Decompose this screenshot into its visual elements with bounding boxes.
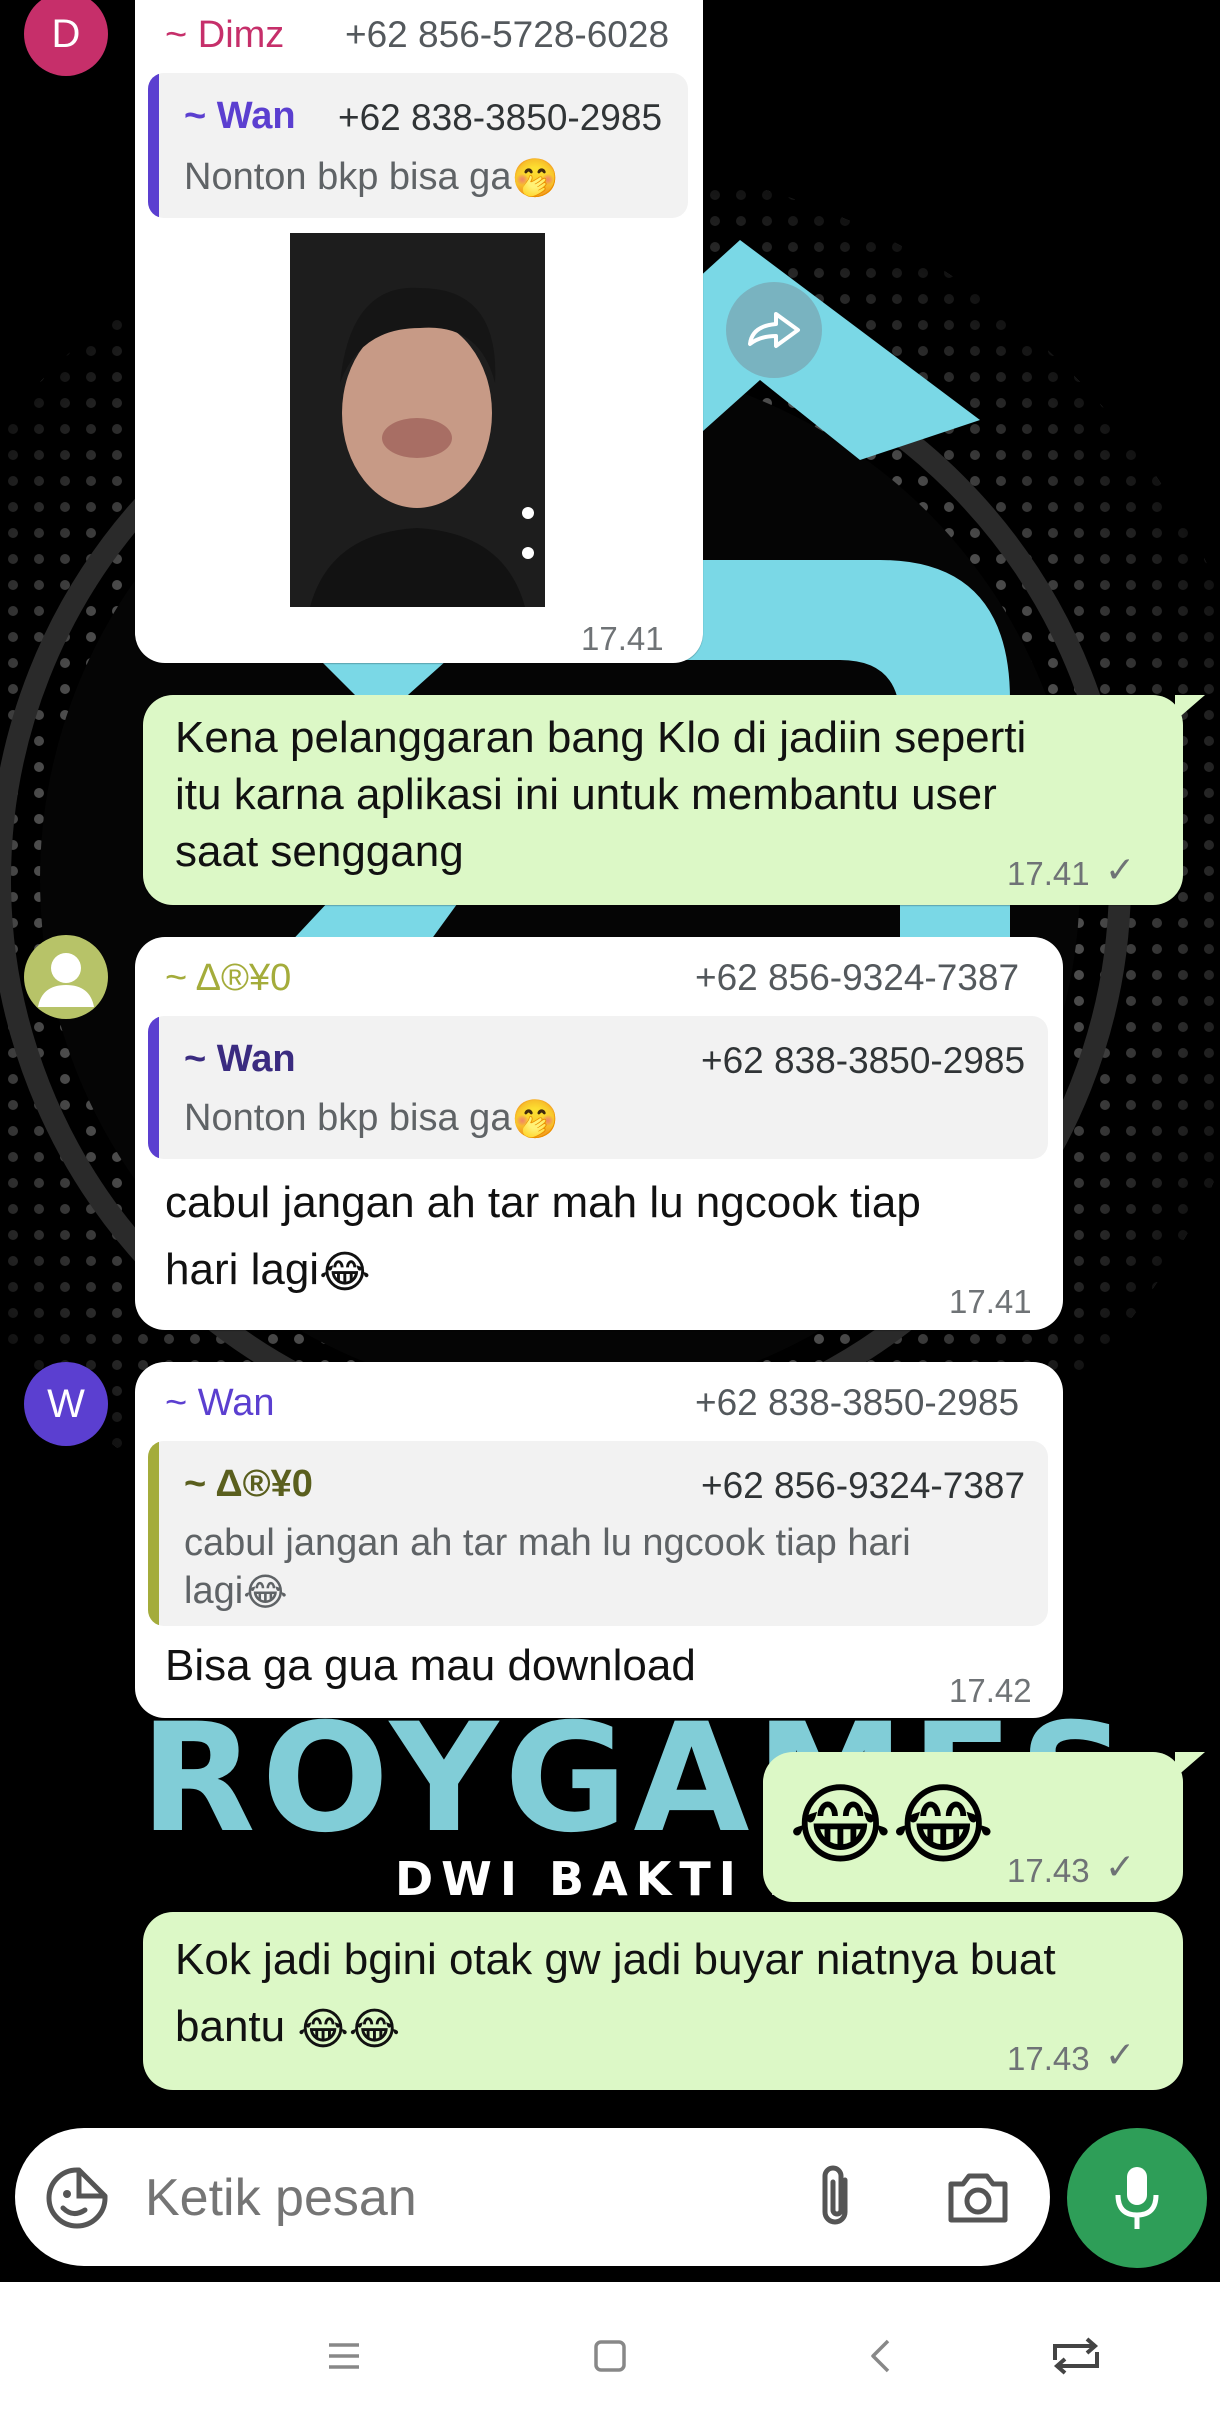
sender-name[interactable]: ~ Δ®¥0 [165,957,291,1000]
quoted-message[interactable]: ~ Wan +62 838-3850-2985 Nonton bkp bisa … [148,73,688,218]
mic-icon [1115,2167,1159,2229]
sent-check-icon: ✓ [1105,849,1136,890]
system-navigation-bar [0,2282,1220,2425]
default-avatar-icon [38,953,94,1007]
message-text: Bisa ga gua mau download [165,1641,696,1690]
quote-sender: ~ Wan [184,1038,296,1080]
quote-bar [148,73,159,218]
sent-check-icon: ✓ [1105,1846,1136,1887]
quote-text: Nonton bkp bisa ga🤭 [184,153,559,203]
banner-subtitle: DWI BAKTI N [395,1852,814,1906]
face-with-hand-emoji: 🤭 [511,157,559,200]
quote-text: Nonton bkp bisa ga🤭 [184,1094,559,1144]
sender-name[interactable]: ~ Dimz [165,14,284,57]
quote-phone: +62 838-3850-2985 [701,1040,1026,1081]
quote-text: cabul jangan ah tar mah lu ngcook tiap h… [184,1519,1024,1617]
camera-icon[interactable] [945,2170,1011,2231]
person-photo [290,233,545,607]
avatar-letter: D [51,11,81,56]
sender-phone: +62 856-5728-6028 [345,14,670,55]
menu-button[interactable] [314,2326,374,2386]
message-bubble[interactable]: Kok jadi bgini otak gw jadi buyar niatny… [143,1912,1183,2090]
quote-bar [148,1441,159,1626]
quote-bar [148,1016,159,1159]
message-bubble[interactable]: ~ Wan +62 838-3850-2985 ~ Δ®¥0 +62 856-9… [135,1362,1063,1718]
rotate-button[interactable] [1046,2326,1106,2386]
avatar[interactable] [24,935,108,1019]
face-with-hand-emoji: 🤭 [511,1098,559,1141]
sticker-icon[interactable] [45,2166,109,2235]
message-time: 17.41 [1007,855,1090,892]
home-button[interactable] [580,2326,640,2386]
home-icon [594,2340,626,2372]
message-emoji: 😂😂 [789,1775,995,1874]
tears-of-joy-emoji: 😂😂 [297,2004,401,2054]
avatar-letter: W [47,1381,85,1426]
quote-sender: ~ Wan [184,95,296,137]
message-time: 17.41 [949,1283,1032,1320]
quote-phone: +62 856-9324-7387 [701,1465,1026,1506]
message-bubble[interactable]: Kena pelanggaran bang Klo di jadiin sepe… [143,695,1183,905]
message-text: cabul jangan ah tar mah lu ngcook tiap h… [165,1169,1045,1306]
quoted-message[interactable]: ~ Wan +62 838-3850-2985 Nonton bkp bisa … [148,1016,1048,1159]
quote-phone: +62 838-3850-2985 [338,97,663,138]
message-bubble[interactable]: ~ Δ®¥0 +62 856-9324-7387 ~ Wan +62 838-3… [135,937,1063,1330]
message-time: 17.43 [1007,2040,1090,2077]
quoted-message[interactable]: ~ Δ®¥0 +62 856-9324-7387 cabul jangan ah… [148,1441,1048,1626]
sender-phone: +62 838-3850-2985 [695,1382,1020,1423]
forward-button[interactable] [726,282,822,378]
message-time: 17.43 [1007,1852,1090,1889]
message-time: 17.41 [581,620,664,657]
paperclip-icon[interactable] [815,2164,859,2235]
forward-icon [748,312,800,348]
menu-icon [329,2343,359,2369]
message-input[interactable] [143,2158,787,2238]
sender-phone: +62 856-9324-7387 [695,957,1020,998]
back-button[interactable] [850,2326,910,2386]
voice-record-button[interactable] [1067,2128,1207,2268]
message-bubble[interactable]: ~ Dimz +62 856-5728-6028 ~ Wan +62 838-3… [135,0,703,663]
tears-of-joy-emoji: 😂 [243,1571,288,1614]
rotate-icon [1053,2337,1099,2375]
bubble-tail [1175,1752,1205,1778]
sender-name[interactable]: ~ Wan [165,1382,274,1425]
video-thumbnail[interactable] [290,233,545,607]
quote-sender: ~ Δ®¥0 [184,1463,313,1505]
bubble-tail [1175,695,1205,721]
sent-check-icon: ✓ [1105,2034,1136,2075]
tears-of-joy-emoji: 😂 [319,1247,371,1297]
back-icon [871,2339,890,2373]
message-bubble[interactable]: 😂😂 17.43 ✓ [763,1752,1183,1902]
message-time: 17.42 [949,1672,1032,1709]
avatar[interactable]: W [24,1362,108,1446]
message-composer[interactable] [15,2128,1050,2266]
